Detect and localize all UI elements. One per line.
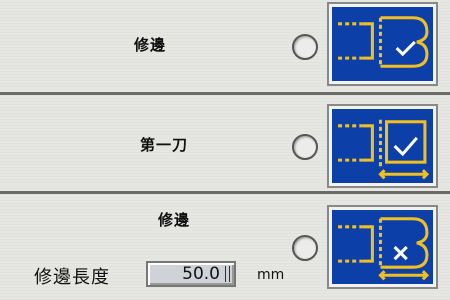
option-row-trim: 修邊 — [0, 0, 450, 95]
first-cut-check-button[interactable] — [327, 104, 438, 188]
input-caret-icon — [225, 266, 230, 282]
first-cut-check-icon — [338, 119, 430, 180]
option-row-trim-length: 修邊 修邊長度 50.0 mm — [0, 197, 450, 300]
option-label-trim-2: 修邊 — [158, 211, 191, 229]
radio-first-cut[interactable] — [292, 134, 318, 160]
trim-check-icon — [338, 16, 429, 68]
radio-trim-length[interactable] — [292, 235, 318, 261]
option-label-first-cut: 第一刀 — [140, 136, 189, 154]
screen: 修邊 第一刀 修邊 修邊長度 50.0 mm — [0, 0, 450, 300]
trim-length-label: 修邊長度 — [34, 267, 110, 288]
radio-trim[interactable] — [292, 34, 318, 60]
trim-check-button[interactable] — [327, 2, 438, 86]
trim-length-value: 50.0 — [182, 264, 220, 284]
trim-cross-icon — [338, 217, 430, 281]
trim-length-input[interactable]: 50.0 — [146, 261, 236, 287]
trim-cross-button[interactable] — [327, 205, 438, 289]
trim-length-unit: mm — [257, 267, 285, 283]
option-row-first-cut: 第一刀 — [0, 98, 450, 194]
option-label-trim: 修邊 — [134, 36, 167, 54]
